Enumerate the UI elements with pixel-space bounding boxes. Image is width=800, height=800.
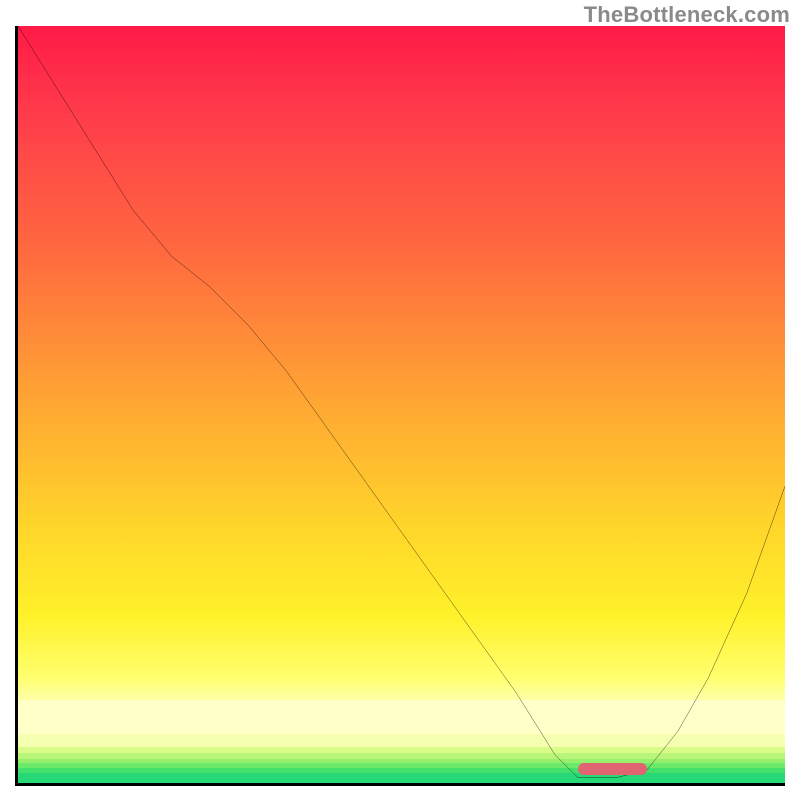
chart-container: TheBottleneck.com — [0, 0, 800, 800]
curve-path — [18, 26, 785, 778]
bottleneck-curve — [18, 26, 785, 786]
watermark-text: TheBottleneck.com — [584, 2, 790, 28]
plot-area — [15, 26, 785, 786]
optimal-marker-pill — [578, 763, 647, 775]
